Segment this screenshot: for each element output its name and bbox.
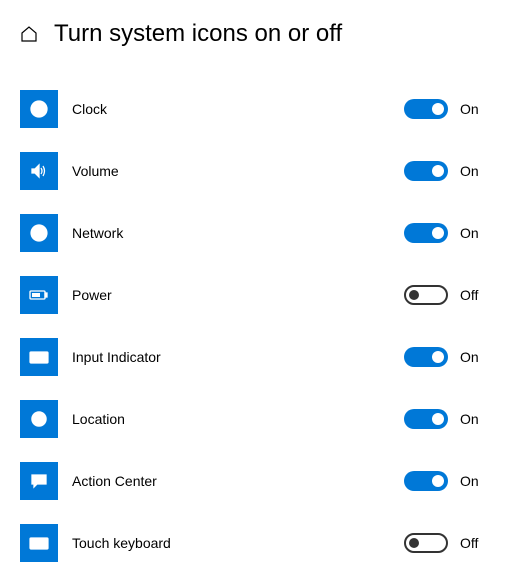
toggle-state-label: On <box>460 349 484 365</box>
setting-label: Power <box>72 287 390 303</box>
toggle-state-label: On <box>460 163 484 179</box>
toggle-state-label: On <box>460 473 484 489</box>
toggle-location[interactable] <box>404 409 448 429</box>
toggle-wrapper: Off <box>404 285 484 305</box>
location-icon <box>20 400 58 438</box>
toggle-wrapper: On <box>404 161 484 181</box>
setting-row-power: Power Off <box>20 264 524 326</box>
setting-row-action-center: Action Center On <box>20 450 524 512</box>
touch-keyboard-icon <box>20 524 58 562</box>
toggle-clock[interactable] <box>404 99 448 119</box>
setting-label: Location <box>72 411 390 427</box>
clock-icon <box>20 90 58 128</box>
setting-label: Volume <box>72 163 390 179</box>
setting-row-location: Location On <box>20 388 524 450</box>
settings-list: Clock On Volume On Network <box>20 78 524 574</box>
toggle-power[interactable] <box>404 285 448 305</box>
toggle-state-label: On <box>460 411 484 427</box>
page-header: Turn system icons on or off <box>20 20 524 48</box>
toggle-state-label: On <box>460 225 484 241</box>
toggle-state-label: Off <box>460 535 484 551</box>
toggle-network[interactable] <box>404 223 448 243</box>
setting-row-input-indicator: Input Indicator On <box>20 326 524 388</box>
toggle-wrapper: On <box>404 347 484 367</box>
toggle-state-label: Off <box>460 287 484 303</box>
setting-label: Input Indicator <box>72 349 390 365</box>
power-icon <box>20 276 58 314</box>
setting-label: Touch keyboard <box>72 535 390 551</box>
action-center-icon <box>20 462 58 500</box>
setting-row-volume: Volume On <box>20 140 524 202</box>
toggle-state-label: On <box>460 101 484 117</box>
home-icon[interactable] <box>20 25 38 43</box>
setting-label: Clock <box>72 101 390 117</box>
setting-row-clock: Clock On <box>20 78 524 140</box>
network-icon <box>20 214 58 252</box>
toggle-touch-keyboard[interactable] <box>404 533 448 553</box>
toggle-wrapper: On <box>404 223 484 243</box>
setting-row-touch-keyboard: Touch keyboard Off <box>20 512 524 574</box>
setting-row-network: Network On <box>20 202 524 264</box>
toggle-volume[interactable] <box>404 161 448 181</box>
toggle-wrapper: On <box>404 99 484 119</box>
toggle-wrapper: Off <box>404 533 484 553</box>
volume-icon <box>20 152 58 190</box>
keyboard-icon <box>20 338 58 376</box>
setting-label: Network <box>72 225 390 241</box>
setting-label: Action Center <box>72 473 390 489</box>
toggle-input-indicator[interactable] <box>404 347 448 367</box>
toggle-action-center[interactable] <box>404 471 448 491</box>
toggle-wrapper: On <box>404 471 484 491</box>
toggle-wrapper: On <box>404 409 484 429</box>
page-title: Turn system icons on or off <box>54 20 342 48</box>
